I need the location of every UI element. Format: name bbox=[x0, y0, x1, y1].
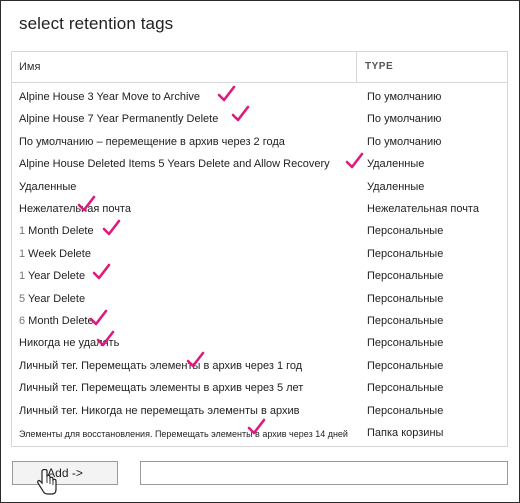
table-row[interactable]: Элементы для восстановления. Перемещать … bbox=[12, 424, 507, 446]
selected-tags-field[interactable] bbox=[140, 461, 508, 485]
row-type: Персональные bbox=[367, 225, 444, 238]
row-name: Элементы для восстановления. Перемещать … bbox=[19, 429, 348, 439]
row-name-text: Month Delete bbox=[25, 225, 94, 238]
table-row[interactable]: Alpine House Deleted Items 5 Years Delet… bbox=[12, 155, 507, 177]
row-name: Личный тег. Перемещать элементы в архив … bbox=[19, 359, 303, 372]
row-type: Персональные bbox=[367, 315, 444, 327]
row-type: Персональные bbox=[367, 404, 444, 417]
row-type: Персональные bbox=[367, 382, 444, 395]
row-type: Удаленные bbox=[367, 158, 425, 171]
table-row[interactable]: По умолчанию – перемещение в архив через… bbox=[12, 133, 507, 155]
table-row[interactable]: Личный тег. Никогда не перемещать элемен… bbox=[12, 402, 507, 424]
row-name: 1 Year Delete bbox=[19, 270, 85, 282]
row-name: 6 Month Delete bbox=[19, 315, 94, 327]
row-name: Удаленные bbox=[19, 180, 77, 193]
table-row[interactable]: 1 Year Delete Персональные bbox=[12, 267, 507, 289]
column-header-type[interactable]: TYPE bbox=[365, 61, 393, 72]
row-type: Персональные bbox=[367, 337, 444, 350]
row-type: По умолчанию bbox=[367, 135, 442, 148]
row-name: Alpine House 7 Year Permanently Delete bbox=[19, 113, 219, 126]
row-type: Папка корзины bbox=[367, 427, 444, 439]
row-type: Удаленные bbox=[367, 180, 425, 193]
row-type: Персональные bbox=[367, 247, 444, 260]
row-name: Alpine House Deleted Items 5 Years Delet… bbox=[19, 158, 330, 171]
row-name-text: Month Delete bbox=[25, 315, 94, 327]
table-header: Имя TYPE bbox=[12, 52, 507, 83]
row-name: 1 Month Delete bbox=[19, 225, 94, 237]
row-type: Персональные bbox=[367, 359, 444, 372]
dialog-title: select retention tags bbox=[19, 14, 174, 33]
row-name: Нежелательная почта bbox=[19, 203, 131, 215]
table-row[interactable]: Alpine House 3 Year Move to Archive По ум… bbox=[12, 88, 507, 110]
row-name: 5 Year Delete bbox=[19, 293, 85, 305]
table-row[interactable]: Никогда не удалять Персональные bbox=[12, 334, 507, 356]
table-row[interactable]: Нежелательная почта Нежелательная почта bbox=[12, 200, 507, 222]
hand-cursor-icon bbox=[37, 469, 57, 495]
row-type: Персональные bbox=[367, 292, 444, 305]
row-name: 1 Week Delete bbox=[19, 248, 91, 260]
row-type: По умолчанию bbox=[367, 91, 442, 103]
table-row[interactable]: Alpine House 7 Year Permanently Delete По… bbox=[12, 110, 507, 132]
table-row[interactable]: 6 Month Delete Персональные bbox=[12, 312, 507, 334]
row-name: Alpine House 3 Year Move to Archive bbox=[19, 91, 201, 103]
row-name-text: Week Delete bbox=[25, 247, 91, 260]
row-type: Персональные bbox=[367, 270, 444, 283]
row-name: Никогда не удалять bbox=[19, 337, 120, 350]
table-row[interactable]: 1 Month Delete Персональные bbox=[12, 222, 507, 244]
table-row[interactable]: 1 Week Delete Персональные bbox=[12, 245, 507, 267]
row-type: По умолчанию bbox=[367, 113, 442, 126]
table-row[interactable]: Удаленные Удаленные bbox=[12, 178, 507, 200]
row-name-text: Year Delete bbox=[25, 292, 86, 305]
table-row[interactable]: Личный тег. Перемещать элементы в архив … bbox=[12, 357, 507, 379]
row-name: Личный тег. Никогда не перемещать элемен… bbox=[19, 404, 300, 417]
row-name: Личный тег. Перемещать элементы в архив … bbox=[19, 382, 304, 395]
column-header-name[interactable]: Имя bbox=[19, 61, 40, 73]
retention-tags-table: Имя TYPE Alpine House 3 Year Move to Arc… bbox=[11, 51, 508, 447]
table-row[interactable]: 5 Year Delete Персональные bbox=[12, 290, 507, 312]
row-name: По умолчанию – перемещение в архив через… bbox=[19, 135, 285, 148]
add-button[interactable]: Add -> bbox=[12, 461, 118, 485]
column-divider bbox=[356, 52, 357, 83]
row-name-text: Year Delete bbox=[25, 270, 86, 283]
row-type: Нежелательная почта bbox=[367, 203, 479, 215]
table-row[interactable]: Личный тег. Перемещать элементы в архив … bbox=[12, 379, 507, 401]
